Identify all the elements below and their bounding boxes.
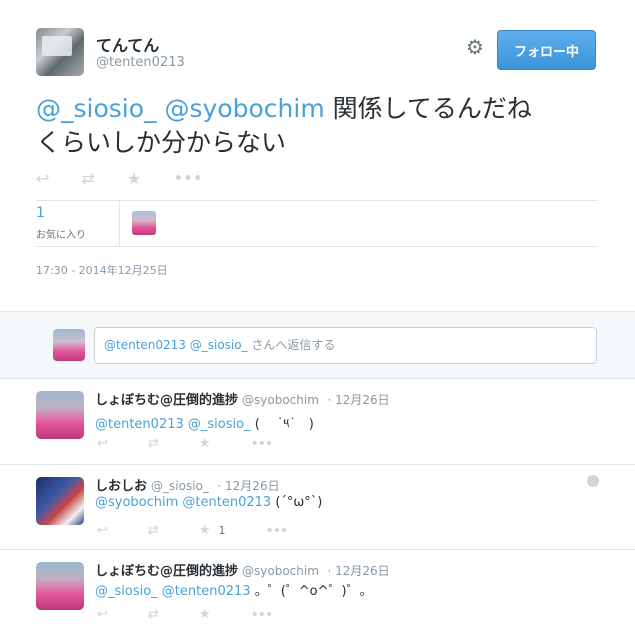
mention-link[interactable]: @syobochim @tenten0213 xyxy=(95,495,271,510)
favorite-icon[interactable]: ★ xyxy=(199,435,211,453)
reply-date[interactable]: · 12月26日 xyxy=(217,479,279,493)
divider xyxy=(36,246,598,247)
reply-body: 。゜(゜^o^゜)゜。 xyxy=(250,584,373,599)
retweet-icon[interactable]: ⇄ xyxy=(148,522,159,540)
retweet-icon[interactable]: ⇄ xyxy=(148,435,159,453)
favorite-icon[interactable]: ★ xyxy=(199,606,211,624)
reply-icon[interactable]: ↩ xyxy=(36,168,49,190)
reply-actions: ↩ ⇄ ★ 1 ••• xyxy=(97,522,327,540)
mention-link[interactable]: @_siosio_ xyxy=(36,94,157,123)
reply-tweet[interactable]: しょぼちむ@圧倒的進捗 @syobochim · 12月26日 @_siosio_… xyxy=(0,550,635,631)
reply-author: しおしお @_siosio_ · 12月26日 xyxy=(95,475,280,494)
favorites-label: お気に入り xyxy=(36,230,86,241)
reply-tweet[interactable]: しょぼちむ@圧倒的進捗 @syobochim · 12月26日 @tenten02… xyxy=(0,379,635,465)
tweet-text: @_siosio_ @syobochim 関係してるんだね くらいしか分からない xyxy=(36,92,606,160)
author-avatar[interactable] xyxy=(36,28,84,76)
reply-actions: ↩ ⇄ ★ ••• xyxy=(97,435,312,453)
reply-author-handle[interactable]: @syobochim xyxy=(242,564,319,578)
reply-box: @tenten0213 @_siosio_ さんへ返信する xyxy=(0,311,635,379)
reply-author: しょぼちむ@圧倒的進捗 @syobochim · 12月26日 xyxy=(95,560,390,579)
reply-author-name[interactable]: しおしお xyxy=(95,479,147,494)
globe-icon xyxy=(587,475,599,487)
gear-icon[interactable]: ⚙ xyxy=(464,36,486,58)
tweet-detail: てんてん @tenten0213 ⚙ フォロー中 @_siosio_ @syob… xyxy=(0,0,635,311)
tweet-actions: ↩ ⇄ ★ ••• xyxy=(36,168,234,190)
author-name[interactable]: てんてん xyxy=(96,32,159,56)
favoriter-avatar[interactable] xyxy=(132,211,156,235)
reply-author-name[interactable]: しょぼちむ@圧倒的進捗 xyxy=(95,564,238,579)
reply-author-handle[interactable]: @_siosio_ xyxy=(151,479,209,493)
reply-tweet[interactable]: しおしお @_siosio_ · 12月26日 @syobochim @tente… xyxy=(0,465,635,550)
reply-placeholder-mentions: @tenten0213 @_siosio_ xyxy=(104,338,248,352)
reply-icon[interactable]: ↩ xyxy=(97,606,108,624)
more-icon[interactable]: ••• xyxy=(250,606,273,624)
mention-link[interactable]: @_siosio_ @tenten0213 xyxy=(95,584,251,599)
current-user-avatar xyxy=(53,329,85,361)
reply-author: しょぼちむ@圧倒的進捗 @syobochim · 12月26日 xyxy=(95,389,390,408)
reply-icon[interactable]: ↩ xyxy=(97,435,108,453)
reply-date[interactable]: · 12月26日 xyxy=(327,564,389,578)
reply-text: @_siosio_ @tenten0213 。゜(゜^o^゜)゜。 xyxy=(95,580,373,599)
more-icon[interactable]: ••• xyxy=(173,168,203,190)
more-icon[interactable]: ••• xyxy=(265,522,288,540)
tweet-timestamp[interactable]: 17:30 - 2014年12月25日 xyxy=(36,262,168,278)
reply-author-name[interactable]: しょぼちむ@圧倒的進捗 xyxy=(95,393,238,408)
retweet-icon[interactable]: ⇄ xyxy=(81,168,94,190)
favorite-count: 1 xyxy=(218,524,226,537)
reply-placeholder-text: さんへ返信する xyxy=(247,338,336,352)
tweet-text-line2: くらいしか分からない xyxy=(36,128,287,157)
favorite-icon[interactable]: ★ xyxy=(127,168,141,190)
retweet-icon[interactable]: ⇄ xyxy=(148,606,159,624)
mention-link[interactable]: @syobochim xyxy=(165,94,325,123)
following-button[interactable]: フォロー中 xyxy=(497,30,596,70)
reply-icon[interactable]: ↩ xyxy=(97,522,108,540)
reply-avatar[interactable] xyxy=(36,477,84,525)
mention-link[interactable]: @tenten0213 @_siosio_ xyxy=(95,417,251,432)
reply-actions: ↩ ⇄ ★ ••• xyxy=(97,606,312,624)
reply-body: ( ˙༥˙ ) xyxy=(250,417,314,432)
tweet-text-line1: 関係してるんだね xyxy=(324,94,532,123)
stats-separator xyxy=(119,200,120,246)
reply-avatar[interactable] xyxy=(36,391,84,439)
reply-text: @syobochim @tenten0213 (ˊ°ω°ˋ) xyxy=(95,495,322,510)
reply-avatar[interactable] xyxy=(36,562,84,610)
reply-body: (ˊ°ω°ˋ) xyxy=(271,495,323,510)
author-handle[interactable]: @tenten0213 xyxy=(96,55,185,70)
divider xyxy=(36,200,598,201)
reply-input[interactable]: @tenten0213 @_siosio_ さんへ返信する xyxy=(94,327,597,364)
more-icon[interactable]: ••• xyxy=(250,435,273,453)
favorites-count[interactable]: 1 xyxy=(36,205,45,221)
reply-author-handle[interactable]: @syobochim xyxy=(242,393,319,407)
reply-date[interactable]: · 12月26日 xyxy=(327,393,389,407)
favorite-icon[interactable]: ★ 1 xyxy=(199,522,226,540)
